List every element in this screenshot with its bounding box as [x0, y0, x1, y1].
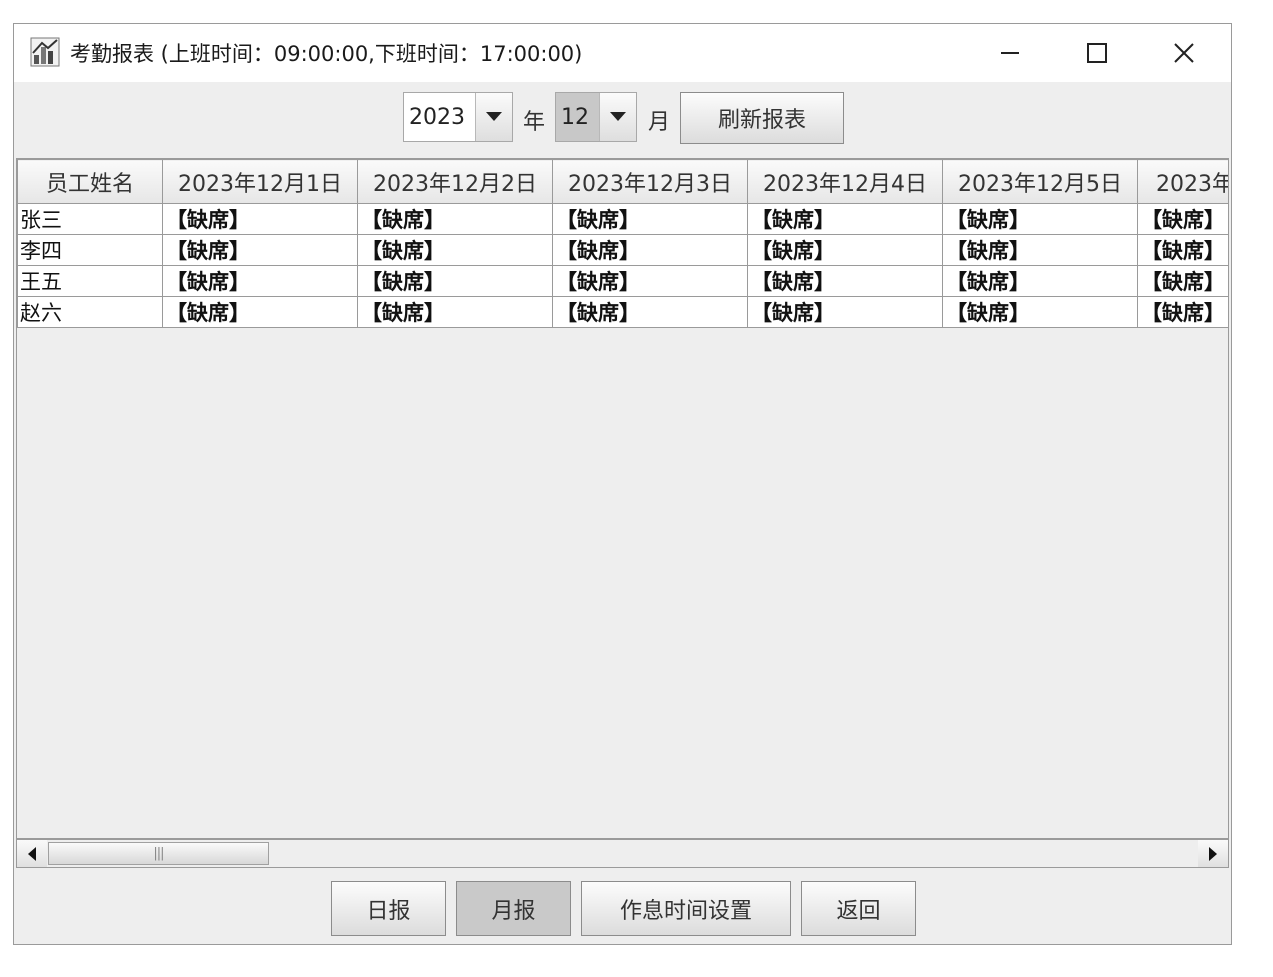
column-header[interactable]: 2023年12月1日	[162, 159, 358, 204]
arrow-left-icon	[28, 846, 36, 861]
attendance-cell[interactable]: 【缺席】	[747, 203, 943, 235]
column-header[interactable]: 2023年	[1137, 159, 1228, 204]
daily-report-button[interactable]: 日报	[331, 881, 446, 936]
table-row[interactable]: 赵六 【缺席】 【缺席】 【缺席】 【缺席】 【缺席】 【缺席】	[17, 296, 1228, 328]
maximize-button[interactable]	[1054, 24, 1140, 82]
column-header[interactable]: 2023年12月5日	[942, 159, 1138, 204]
column-header[interactable]: 员工姓名	[17, 159, 163, 204]
month-dropdown-button[interactable]	[599, 93, 636, 141]
year-dropdown-button[interactable]	[475, 93, 512, 141]
scroll-left-button[interactable]	[17, 840, 47, 867]
attendance-cell[interactable]: 【缺席】	[1137, 296, 1228, 328]
table-row[interactable]: 王五 【缺席】 【缺席】 【缺席】 【缺席】 【缺席】 【缺席】	[17, 265, 1228, 297]
attendance-cell[interactable]: 【缺席】	[1137, 203, 1228, 235]
year-select[interactable]: 2023	[403, 92, 513, 142]
attendance-cell[interactable]: 【缺席】	[942, 203, 1138, 235]
employee-name-cell[interactable]: 李四	[17, 234, 163, 266]
chevron-down-icon	[486, 112, 502, 121]
table-row[interactable]: 张三 【缺席】 【缺席】 【缺席】 【缺席】 【缺席】 【缺席】	[17, 203, 1228, 235]
attendance-cell[interactable]: 【缺席】	[552, 203, 748, 235]
attendance-cell[interactable]: 【缺席】	[357, 296, 553, 328]
chart-app-icon	[30, 37, 60, 67]
column-header[interactable]: 2023年12月3日	[552, 159, 748, 204]
attendance-cell[interactable]: 【缺席】	[162, 296, 358, 328]
attendance-report-window: 考勤报表 (上班时间：09:00:00,下班时间：17:00:00) 2023 …	[13, 23, 1232, 945]
scroll-right-button[interactable]	[1198, 840, 1228, 867]
close-icon	[1174, 43, 1194, 63]
attendance-cell[interactable]: 【缺席】	[357, 203, 553, 235]
column-header[interactable]: 2023年12月2日	[357, 159, 553, 204]
minimize-icon	[1001, 52, 1019, 54]
filter-toolbar: 2023 年 12 月 刷新报表	[14, 82, 1231, 158]
attendance-cell[interactable]: 【缺席】	[357, 234, 553, 266]
report-table-viewport: 员工姓名 2023年12月1日 2023年12月2日 2023年12月3日 20…	[16, 158, 1229, 839]
table-row[interactable]: 李四 【缺席】 【缺席】 【缺席】 【缺席】 【缺席】 【缺席】	[17, 234, 1228, 266]
schedule-settings-button[interactable]: 作息时间设置	[581, 881, 791, 936]
title-bar: 考勤报表 (上班时间：09:00:00,下班时间：17:00:00)	[14, 24, 1231, 82]
year-value: 2023	[409, 104, 465, 130]
horizontal-scrollbar[interactable]: |||	[16, 839, 1229, 868]
arrow-right-icon	[1209, 846, 1217, 861]
attendance-cell[interactable]: 【缺席】	[747, 234, 943, 266]
attendance-cell[interactable]: 【缺席】	[942, 234, 1138, 266]
attendance-cell[interactable]: 【缺席】	[552, 296, 748, 328]
employee-name-cell[interactable]: 张三	[17, 203, 163, 235]
column-header[interactable]: 2023年12月4日	[747, 159, 943, 204]
table-header-row: 员工姓名 2023年12月1日 2023年12月2日 2023年12月3日 20…	[17, 159, 1228, 204]
year-label: 年	[523, 110, 546, 135]
attendance-cell[interactable]: 【缺席】	[552, 234, 748, 266]
back-button[interactable]: 返回	[801, 881, 916, 936]
attendance-cell[interactable]: 【缺席】	[357, 265, 553, 297]
month-value: 12	[556, 93, 599, 141]
monthly-report-button[interactable]: 月报	[456, 881, 571, 936]
scrollbar-thumb[interactable]: |||	[48, 842, 269, 865]
attendance-cell[interactable]: 【缺席】	[747, 296, 943, 328]
month-label: 月	[648, 110, 671, 135]
attendance-cell[interactable]: 【缺席】	[162, 234, 358, 266]
attendance-cell[interactable]: 【缺席】	[747, 265, 943, 297]
window-title: 考勤报表 (上班时间：09:00:00,下班时间：17:00:00)	[70, 42, 583, 66]
attendance-table: 员工姓名 2023年12月1日 2023年12月2日 2023年12月3日 20…	[17, 159, 1228, 328]
attendance-cell[interactable]: 【缺席】	[1137, 234, 1228, 266]
chevron-down-icon	[610, 112, 626, 121]
attendance-cell[interactable]: 【缺席】	[162, 265, 358, 297]
refresh-report-button[interactable]: 刷新报表	[680, 92, 844, 144]
attendance-cell[interactable]: 【缺席】	[942, 265, 1138, 297]
attendance-cell[interactable]: 【缺席】	[1137, 265, 1228, 297]
attendance-cell[interactable]: 【缺席】	[552, 265, 748, 297]
close-button[interactable]	[1141, 24, 1227, 82]
employee-name-cell[interactable]: 赵六	[17, 296, 163, 328]
employee-name-cell[interactable]: 王五	[17, 265, 163, 297]
attendance-cell[interactable]: 【缺席】	[162, 203, 358, 235]
attendance-cell[interactable]: 【缺席】	[942, 296, 1138, 328]
maximize-icon	[1087, 43, 1107, 63]
minimize-button[interactable]	[967, 24, 1053, 82]
month-select[interactable]: 12	[555, 92, 637, 142]
